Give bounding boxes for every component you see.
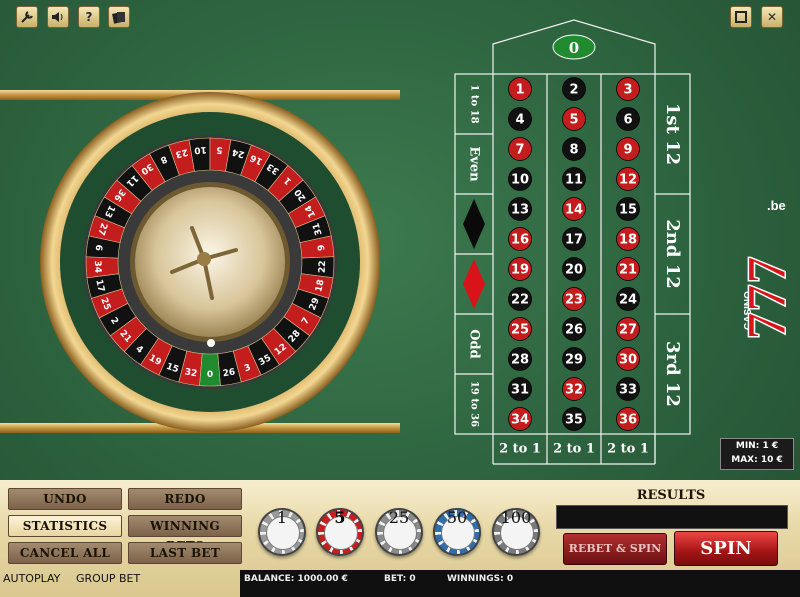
casino-logo: CASINO 777 .be	[715, 190, 799, 350]
number-label: 27	[619, 323, 637, 338]
number-label: 1	[515, 83, 524, 98]
min-limit: MIN: 1 €	[735, 441, 779, 451]
number-label: 2	[569, 83, 578, 98]
zero-label: 0	[569, 39, 579, 57]
red-bet-diamond[interactable]	[463, 259, 485, 309]
number-label: 17	[565, 233, 583, 248]
number-label: 36	[619, 413, 637, 428]
cancel-all-button[interactable]: CANCEL ALL	[8, 542, 122, 564]
number-label: 8	[569, 143, 578, 158]
number-label: 13	[511, 203, 529, 218]
wheel-pocket-number: 22	[318, 260, 329, 273]
redo-button[interactable]: REDO	[128, 488, 242, 510]
balance-display: BALANCE: 1000.00 €	[244, 574, 348, 584]
number-label: 22	[511, 293, 529, 308]
bet-display: BET: 0	[384, 574, 416, 584]
number-label: 12	[619, 173, 637, 188]
outside-bet-odd[interactable]: Odd	[467, 329, 482, 359]
roulette-game: ? ✕ 0 32 15 19 4 21 2 25 17 34 6 27 13 36 11 30 8 23 10 5 24…	[0, 0, 800, 597]
number-label: 14	[565, 203, 583, 218]
column-bet-3[interactable]: 2 to 1	[607, 442, 649, 457]
number-label: 15	[619, 203, 637, 218]
number-label: 25	[511, 323, 529, 338]
results-display	[556, 505, 788, 529]
column-bet-1[interactable]: 2 to 1	[499, 442, 541, 457]
group-bet-button[interactable]: GROUP BET	[76, 572, 140, 585]
dozen-bet-2[interactable]: 2nd 12	[662, 219, 683, 289]
autoplay-button[interactable]: AUTOPLAY	[3, 572, 60, 585]
statistics-button[interactable]: STATISTICS	[8, 515, 122, 537]
number-label: 21	[619, 263, 637, 278]
wheel-pocket-number: 9	[317, 244, 328, 251]
outside-bet-19-to-36[interactable]: 19 to 36	[469, 381, 480, 427]
svg-text:.be: .be	[767, 198, 786, 213]
outside-bet-1-to-18[interactable]: 1 to 18	[469, 84, 480, 123]
number-label: 6	[623, 113, 632, 128]
number-label: 32	[565, 383, 583, 398]
number-label: 4	[515, 113, 524, 128]
chip-value: 50	[446, 508, 468, 527]
number-label: 24	[619, 293, 637, 308]
wheel-pocket-number: 32	[184, 367, 198, 379]
dozen-bet-3[interactable]: 3rd 12	[662, 341, 683, 407]
number-label: 5	[569, 113, 578, 128]
betting-table: 01 2 34 5 67 8 910 11 1213 14 1516 17 1819 20 2122 23 24…	[454, 19, 691, 465]
chip-value: 5	[334, 508, 346, 527]
max-limit: MAX: 10 €	[731, 455, 783, 465]
number-label: 3	[623, 83, 632, 98]
results-label: RESULTS	[636, 488, 706, 503]
bet-limits: MIN: 1 € MAX: 10 €	[720, 438, 794, 470]
chip-5[interactable]: 5	[316, 508, 364, 556]
dozen-bet-1[interactable]: 1st 12	[662, 103, 683, 165]
number-label: 7	[515, 143, 524, 158]
number-label: 34	[511, 413, 529, 428]
wheel-pocket-number: 6	[93, 244, 104, 251]
number-label: 30	[619, 353, 637, 368]
number-label: 10	[511, 173, 529, 188]
number-label: 35	[565, 413, 583, 428]
wheel-pocket-number: 34	[92, 260, 103, 273]
last-bet-button[interactable]: LAST BET	[128, 542, 242, 564]
wheel-pocket-number: 10	[194, 144, 207, 155]
wheel-pocket-number: 5	[216, 144, 223, 154]
number-label: 26	[565, 323, 583, 338]
number-label: 23	[565, 293, 583, 308]
winning-bets-button[interactable]: WINNING BETS	[128, 515, 242, 553]
roulette-ball	[207, 339, 215, 347]
wheel-pocket-number: 26	[222, 367, 236, 379]
number-label: 29	[565, 353, 583, 368]
chip-100[interactable]: 100	[492, 508, 540, 556]
chip-25[interactable]: 25	[375, 508, 423, 556]
black-bet-diamond[interactable]	[463, 199, 485, 249]
column-bet-2[interactable]: 2 to 1	[553, 442, 595, 457]
number-label: 9	[623, 143, 632, 158]
winnings-display: WINNINGS: 0	[447, 574, 514, 584]
number-label: 31	[511, 383, 529, 398]
chip-value: 1	[276, 508, 288, 527]
undo-button[interactable]: UNDO	[8, 488, 122, 510]
chip-1[interactable]: 1	[258, 508, 306, 556]
number-label: 33	[619, 383, 637, 398]
outside-bet-even[interactable]: Even	[467, 146, 482, 182]
number-label: 16	[511, 233, 529, 248]
wheel-pocket-number: 0	[207, 370, 213, 380]
rebet-spin-button[interactable]: REBET & SPIN	[563, 533, 667, 565]
game-board: 03215194212251734627133611308 23 10 5 24 1633…	[40, 19, 691, 465]
spin-button[interactable]: SPIN	[674, 531, 778, 566]
chip-value: 100	[500, 508, 532, 527]
number-label: 28	[511, 353, 529, 368]
number-label: 11	[565, 173, 583, 188]
number-label: 20	[565, 263, 583, 278]
chip-value: 25	[388, 508, 410, 527]
number-label: 19	[511, 263, 529, 278]
chip-50[interactable]: 50	[433, 508, 481, 556]
number-label: 18	[619, 233, 637, 248]
svg-text:777: 777	[736, 256, 795, 340]
